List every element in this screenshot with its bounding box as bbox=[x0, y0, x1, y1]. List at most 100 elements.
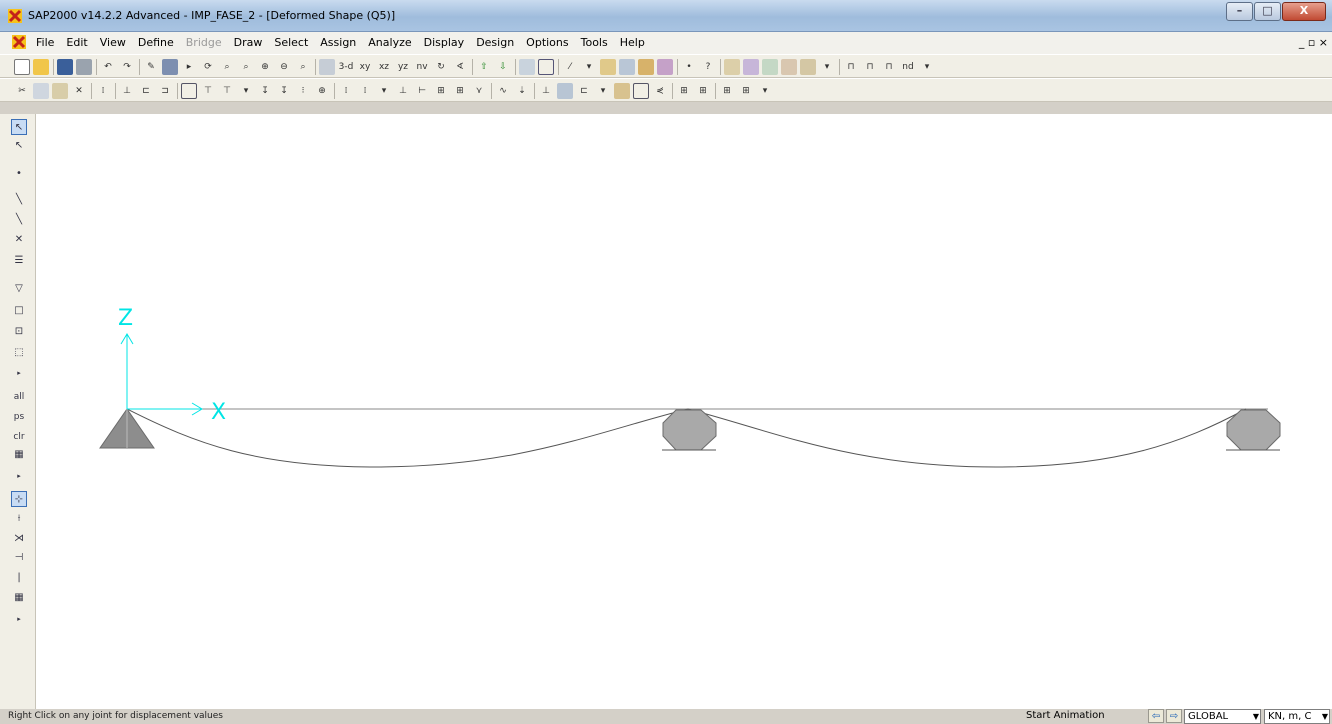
start-animation-button[interactable]: Start Animation bbox=[1026, 710, 1105, 721]
clear-selection-icon[interactable]: clr bbox=[11, 429, 27, 445]
sap2000-app-icon[interactable] bbox=[8, 9, 22, 23]
toolbar-overflow-icon[interactable]: ▾ bbox=[819, 59, 835, 75]
object-shrink-icon[interactable] bbox=[519, 59, 535, 75]
show-stresses-icon[interactable] bbox=[657, 59, 673, 75]
snap-to-lines-icon[interactable]: | bbox=[11, 570, 27, 586]
show-frame-releases-icon[interactable]: ⊢ bbox=[414, 83, 430, 99]
design-aluminum-icon[interactable] bbox=[762, 59, 778, 75]
close-button[interactable]: X bbox=[1282, 2, 1326, 21]
zoom-restore-icon[interactable]: ⌕ bbox=[238, 59, 254, 75]
draw-poly-area-icon[interactable]: ▽ bbox=[11, 281, 27, 297]
show-restraints-icon[interactable]: ⊥ bbox=[538, 83, 554, 99]
area-sections-icon[interactable] bbox=[181, 83, 197, 99]
snap-to-ends-icon[interactable]: ⟊ bbox=[11, 511, 27, 527]
snap-to-points-icon[interactable]: ⊹ bbox=[11, 491, 27, 507]
show-springs-icon[interactable]: ∿ bbox=[495, 83, 511, 99]
menu-file[interactable]: File bbox=[36, 36, 54, 49]
document-menu-icon[interactable] bbox=[12, 35, 26, 49]
move-up-icon[interactable]: ⇧ bbox=[476, 59, 492, 75]
menu-tools[interactable]: Tools bbox=[581, 36, 608, 49]
save-icon[interactable] bbox=[57, 59, 73, 75]
frame-releases-icon[interactable]: ⊤ bbox=[200, 83, 216, 99]
menu-define[interactable]: Define bbox=[138, 36, 174, 49]
toolbar-overflow-icon[interactable]: ▾ bbox=[757, 83, 773, 99]
mdi-window-controls[interactable]: _ ▫ × bbox=[1299, 36, 1328, 49]
design-results-icon[interactable] bbox=[800, 59, 816, 75]
menu-options[interactable]: Options bbox=[526, 36, 568, 49]
toolbar-overflow-icon[interactable]: ▾ bbox=[238, 83, 254, 99]
model-view-canvas[interactable]: Z X bbox=[36, 114, 1332, 709]
display-settings-icon[interactable] bbox=[614, 83, 630, 99]
draw-tendon-icon[interactable]: ⊓ bbox=[881, 59, 897, 75]
pointer-select-icon[interactable]: ↖ bbox=[11, 119, 27, 135]
show-virtual-work-icon[interactable]: • bbox=[681, 59, 697, 75]
view-grid-icon[interactable] bbox=[319, 59, 335, 75]
uniform-loads-icon[interactable]: ⁞ bbox=[357, 83, 373, 99]
point-loads-icon[interactable]: ⁝ bbox=[295, 83, 311, 99]
view-nv-button[interactable]: nv bbox=[414, 59, 430, 75]
menu-display[interactable]: Display bbox=[424, 36, 465, 49]
draw-frame-icon[interactable]: ╲ bbox=[11, 192, 27, 208]
show-forces-icon[interactable] bbox=[600, 59, 616, 75]
coordinate-system-select[interactable]: GLOBAL ▼ bbox=[1184, 709, 1261, 724]
draw-joint-icon[interactable]: • bbox=[11, 166, 27, 182]
menu-design[interactable]: Design bbox=[476, 36, 514, 49]
show-area-loads-icon[interactable]: ⊏ bbox=[576, 83, 592, 99]
zoom-out-icon[interactable]: ⊖ bbox=[276, 59, 292, 75]
frame-sections-icon[interactable]: ⊐ bbox=[157, 83, 173, 99]
joint-restraints-icon[interactable]: ⊥ bbox=[119, 83, 135, 99]
maximize-button[interactable]: □ bbox=[1254, 2, 1281, 21]
menu-help[interactable]: Help bbox=[620, 36, 645, 49]
lock-icon[interactable] bbox=[162, 59, 178, 75]
previous-mode-button[interactable]: ⇦ bbox=[1148, 709, 1164, 723]
snap-to-fine-grid-icon[interactable]: ▦ bbox=[11, 590, 27, 606]
print-icon[interactable] bbox=[76, 59, 92, 75]
rotate-3d-icon[interactable]: ↻ bbox=[433, 59, 449, 75]
overflow-icon[interactable]: ▸ bbox=[11, 468, 27, 484]
draw-rectangular-area-icon[interactable]: □ bbox=[11, 303, 27, 319]
design-steel-icon[interactable] bbox=[724, 59, 740, 75]
design-preferences-icon[interactable]: ⊞ bbox=[738, 83, 754, 99]
open-folder-icon[interactable] bbox=[33, 59, 49, 75]
show-joint-loads-icon[interactable]: ⇣ bbox=[514, 83, 530, 99]
show-frame-output-stations-icon[interactable]: ⊞ bbox=[452, 83, 468, 99]
quick-draw-secondary-beams-icon[interactable]: ☰ bbox=[11, 253, 27, 269]
toolbar-overflow-icon[interactable]: ▾ bbox=[376, 83, 392, 99]
show-influence-lines-icon[interactable]: ? bbox=[700, 59, 716, 75]
zoom-window-icon[interactable]: ⌕ bbox=[219, 59, 235, 75]
show-undeformed-icon[interactable]: ⁄ bbox=[562, 59, 578, 75]
previous-selection-icon[interactable]: ps bbox=[11, 409, 27, 425]
snap-to-intersections-icon[interactable]: ⋊ bbox=[11, 531, 27, 547]
frame-insertion-icon[interactable]: ⊤ bbox=[219, 83, 235, 99]
set-display-options-icon[interactable] bbox=[538, 59, 554, 75]
toolbar-overflow-icon[interactable]: ▾ bbox=[919, 59, 935, 75]
display-grid-icon[interactable] bbox=[633, 83, 649, 99]
copy-icon[interactable] bbox=[33, 83, 49, 99]
reshaper-icon[interactable]: ↖ bbox=[11, 138, 27, 154]
temperature-loads-icon[interactable]: ⊕ bbox=[314, 83, 330, 99]
view-3d-button[interactable]: 3-d bbox=[338, 59, 354, 75]
set-output-options-icon[interactable]: ⊞ bbox=[676, 83, 692, 99]
menu-draw[interactable]: Draw bbox=[234, 36, 263, 49]
cut-icon[interactable]: ✂ bbox=[14, 83, 30, 99]
units-select[interactable]: KN, m, C ▼ bbox=[1264, 709, 1330, 724]
run-analysis-icon[interactable]: ▸ bbox=[181, 59, 197, 75]
design-overwrites-icon[interactable]: ⊞ bbox=[719, 83, 735, 99]
menu-edit[interactable]: Edit bbox=[66, 36, 87, 49]
show-local-axes-icon[interactable]: ⋎ bbox=[471, 83, 487, 99]
frame-loads-icon[interactable]: ↧ bbox=[276, 83, 292, 99]
view-yz-button[interactable]: yz bbox=[395, 59, 411, 75]
perspective-icon[interactable]: ∢ bbox=[452, 59, 468, 75]
paste-icon[interactable] bbox=[52, 83, 68, 99]
redo-icon[interactable]: ↷ bbox=[119, 59, 135, 75]
roller-support-1[interactable] bbox=[662, 409, 717, 451]
joint-springs-icon[interactable]: ⊏ bbox=[138, 83, 154, 99]
menu-bridge[interactable]: Bridge bbox=[186, 36, 222, 49]
show-frame-loads-icon[interactable] bbox=[557, 83, 573, 99]
intersecting-line-select-icon[interactable]: ▦ bbox=[11, 447, 27, 463]
view-xz-button[interactable]: xz bbox=[376, 59, 392, 75]
quick-draw-area-icon[interactable]: ⊡ bbox=[11, 324, 27, 340]
pan-icon[interactable]: ⌕ bbox=[295, 59, 311, 75]
menu-analyze[interactable]: Analyze bbox=[368, 36, 411, 49]
show-tables-icon[interactable]: ⊞ bbox=[695, 83, 711, 99]
